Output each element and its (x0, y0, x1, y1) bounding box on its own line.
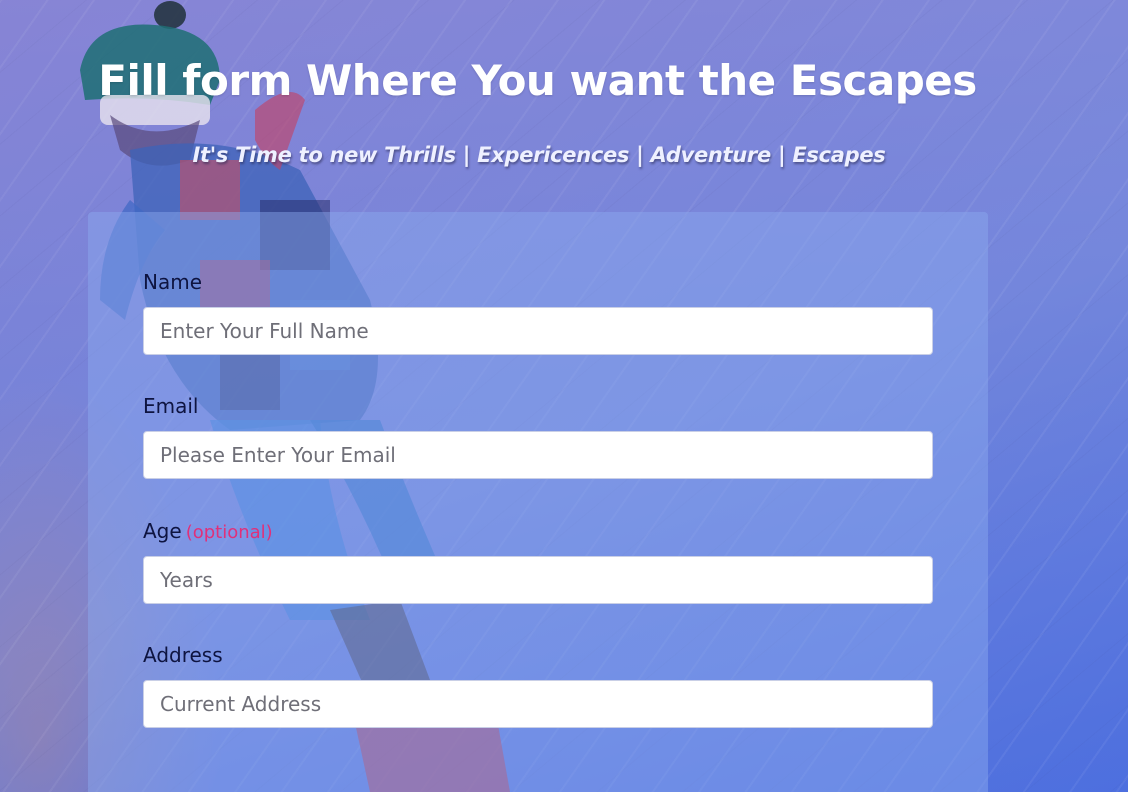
optional-note: (optional) (185, 522, 273, 543)
email-label: Email (143, 394, 199, 418)
email-input[interactable] (143, 431, 933, 479)
page-subtitle: It's Time to new Thrills | Expericences … (192, 143, 886, 167)
address-label: Address (143, 643, 223, 667)
name-field-group: Name (143, 269, 933, 355)
age-input[interactable] (143, 556, 933, 604)
address-field-group: Address (143, 642, 933, 728)
email-field-group: Email (143, 393, 933, 479)
address-input[interactable] (143, 680, 933, 728)
age-label-text: Age (143, 519, 182, 543)
page-background: Fill form Where You want the Escapes It'… (0, 0, 1128, 792)
name-input[interactable] (143, 307, 933, 355)
age-field-group: Age (optional) (143, 518, 933, 604)
escape-form: Name Email Age(optional) Address (88, 212, 988, 792)
page-title: Fill form Where You want the Escapes (98, 56, 977, 105)
name-label: Name (143, 270, 203, 294)
age-label: Age (optional) (143, 518, 933, 544)
